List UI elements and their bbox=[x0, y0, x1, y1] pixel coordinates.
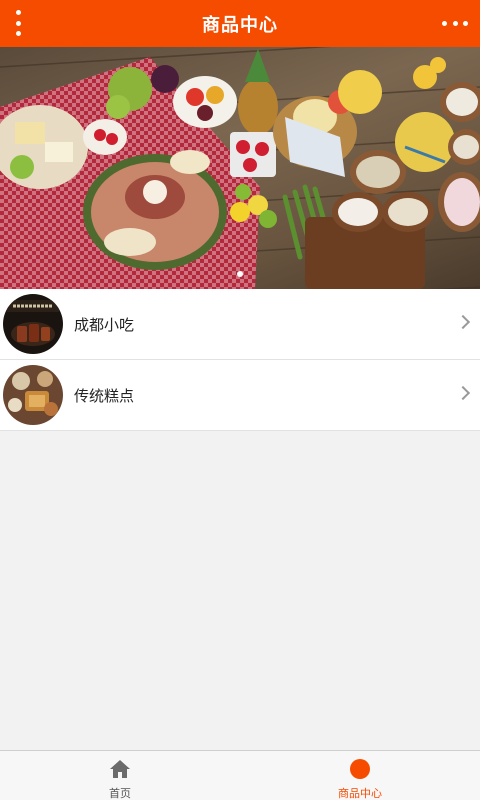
top-bar: 商品中心 bbox=[0, 0, 480, 47]
more-horizontal-icon[interactable] bbox=[442, 17, 468, 29]
tab-home[interactable]: 首页 bbox=[0, 751, 240, 800]
tab-label: 商品中心 bbox=[338, 787, 382, 800]
tab-label: 首页 bbox=[109, 787, 131, 800]
chevron-right-icon bbox=[455, 314, 471, 330]
kebab-menu-icon[interactable] bbox=[8, 9, 28, 37]
circle-icon bbox=[350, 759, 370, 779]
list-item-traditional-pastry[interactable]: 传统糕点 bbox=[0, 360, 480, 431]
page-title: 商品中心 bbox=[202, 14, 278, 36]
bottom-tab-bar: 首页 商品中心 bbox=[0, 750, 480, 800]
category-list: 成都小吃 传统糕点 bbox=[0, 289, 480, 431]
banner-carousel[interactable] bbox=[0, 47, 480, 289]
list-item-label: 传统糕点 bbox=[74, 386, 135, 405]
carousel-dot[interactable] bbox=[237, 271, 243, 277]
home-icon bbox=[110, 760, 130, 778]
chengdu-snack-thumbnail bbox=[3, 294, 63, 354]
picnic-food-spread-photo bbox=[0, 47, 480, 289]
tab-product-center[interactable]: 商品中心 bbox=[240, 751, 480, 800]
list-item-chengdu-snacks[interactable]: 成都小吃 bbox=[0, 289, 480, 360]
list-item-label: 成都小吃 bbox=[74, 315, 135, 334]
carousel-indicator bbox=[0, 271, 480, 277]
chevron-right-icon bbox=[455, 385, 471, 401]
traditional-pastry-thumbnail bbox=[3, 365, 63, 425]
